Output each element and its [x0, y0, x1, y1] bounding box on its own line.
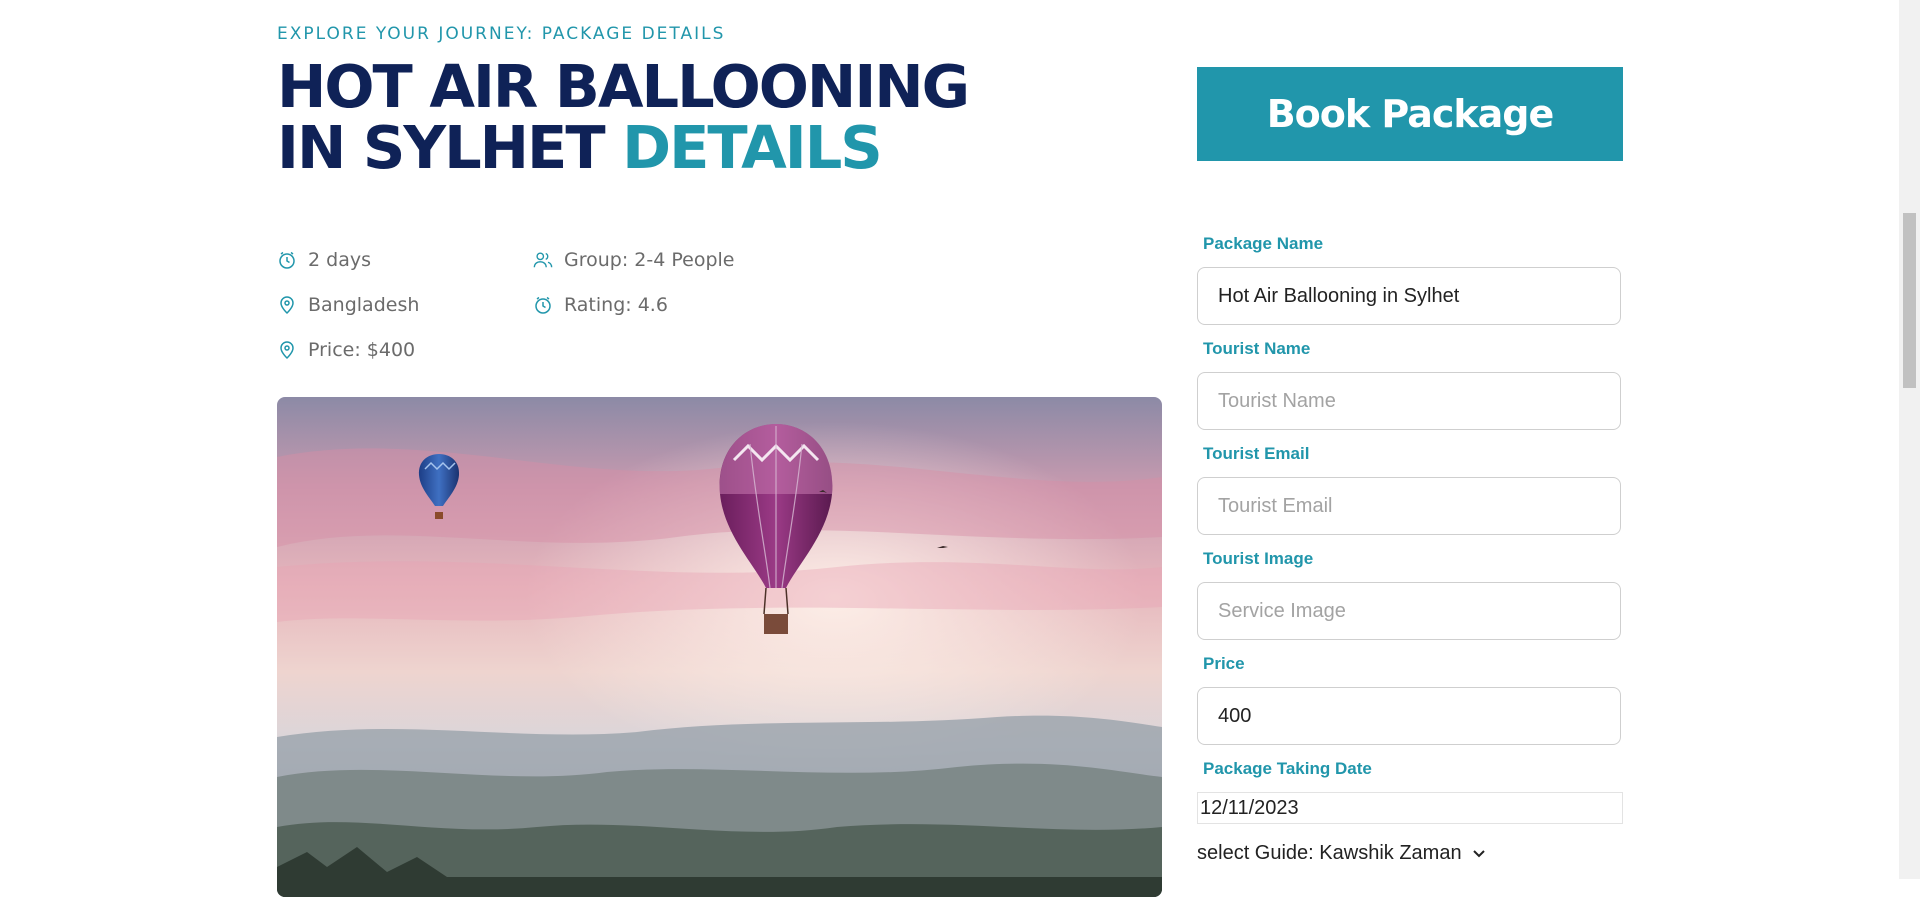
meta-duration: 2 days — [277, 237, 419, 282]
clock-icon — [277, 250, 297, 270]
page-title: HOT AIR BALLOONING IN SYLHET DETAILS — [277, 56, 1037, 178]
package-date-label: Package Taking Date — [1203, 759, 1372, 778]
meta-rating: Rating: 4.6 — [533, 282, 734, 327]
meta-group-text: Group: 2-4 People — [564, 248, 735, 271]
tourist-name-label: Tourist Name — [1203, 339, 1311, 358]
package-photo — [277, 397, 1162, 897]
users-icon — [533, 250, 553, 270]
tourist-name-input[interactable] — [1197, 372, 1621, 430]
meta-price: Price: $400 — [277, 327, 419, 372]
tourist-image-input[interactable] — [1197, 582, 1621, 640]
map-pin-icon — [277, 340, 297, 360]
package-date-value: 12/11/2023 — [1200, 796, 1299, 819]
meta-group: Group: 2-4 People — [533, 237, 734, 282]
tourist-email-label: Tourist Email — [1203, 444, 1310, 463]
price-label: Price — [1203, 654, 1245, 673]
chevron-down-icon — [1472, 842, 1486, 865]
price-input[interactable] — [1197, 687, 1621, 745]
meta-rating-text: Rating: 4.6 — [564, 293, 668, 316]
package-name-label: Package Name — [1203, 234, 1324, 253]
page-scrollbar[interactable] — [1899, 0, 1920, 879]
scrollbar-thumb[interactable] — [1903, 213, 1916, 388]
meta-column-left: 2 days Bangladesh Price: $400 — [277, 237, 419, 372]
package-date-input[interactable]: 12/11/2023 — [1197, 792, 1623, 824]
guide-select-label: select Guide: Kawshik Zaman — [1197, 842, 1462, 864]
meta-column-right: Group: 2-4 People Rating: 4.6 — [533, 237, 734, 327]
meta-price-text: Price: $400 — [308, 338, 416, 361]
meta-location: Bangladesh — [277, 282, 419, 327]
clock-icon — [533, 295, 553, 315]
guide-select[interactable]: select Guide: Kawshik Zaman — [1197, 842, 1486, 865]
map-pin-icon — [277, 295, 297, 315]
tourist-email-input[interactable] — [1197, 477, 1621, 535]
page-eyebrow: EXPLORE YOUR JOURNEY: PACKAGE DETAILS — [277, 24, 726, 44]
title-accent: DETAILS — [622, 113, 883, 182]
tourist-image-label: Tourist Image — [1203, 549, 1314, 568]
meta-location-text: Bangladesh — [308, 293, 420, 316]
package-name-input[interactable] — [1197, 267, 1621, 325]
meta-duration-text: 2 days — [308, 248, 371, 271]
book-package-button[interactable]: Book Package — [1197, 67, 1623, 161]
